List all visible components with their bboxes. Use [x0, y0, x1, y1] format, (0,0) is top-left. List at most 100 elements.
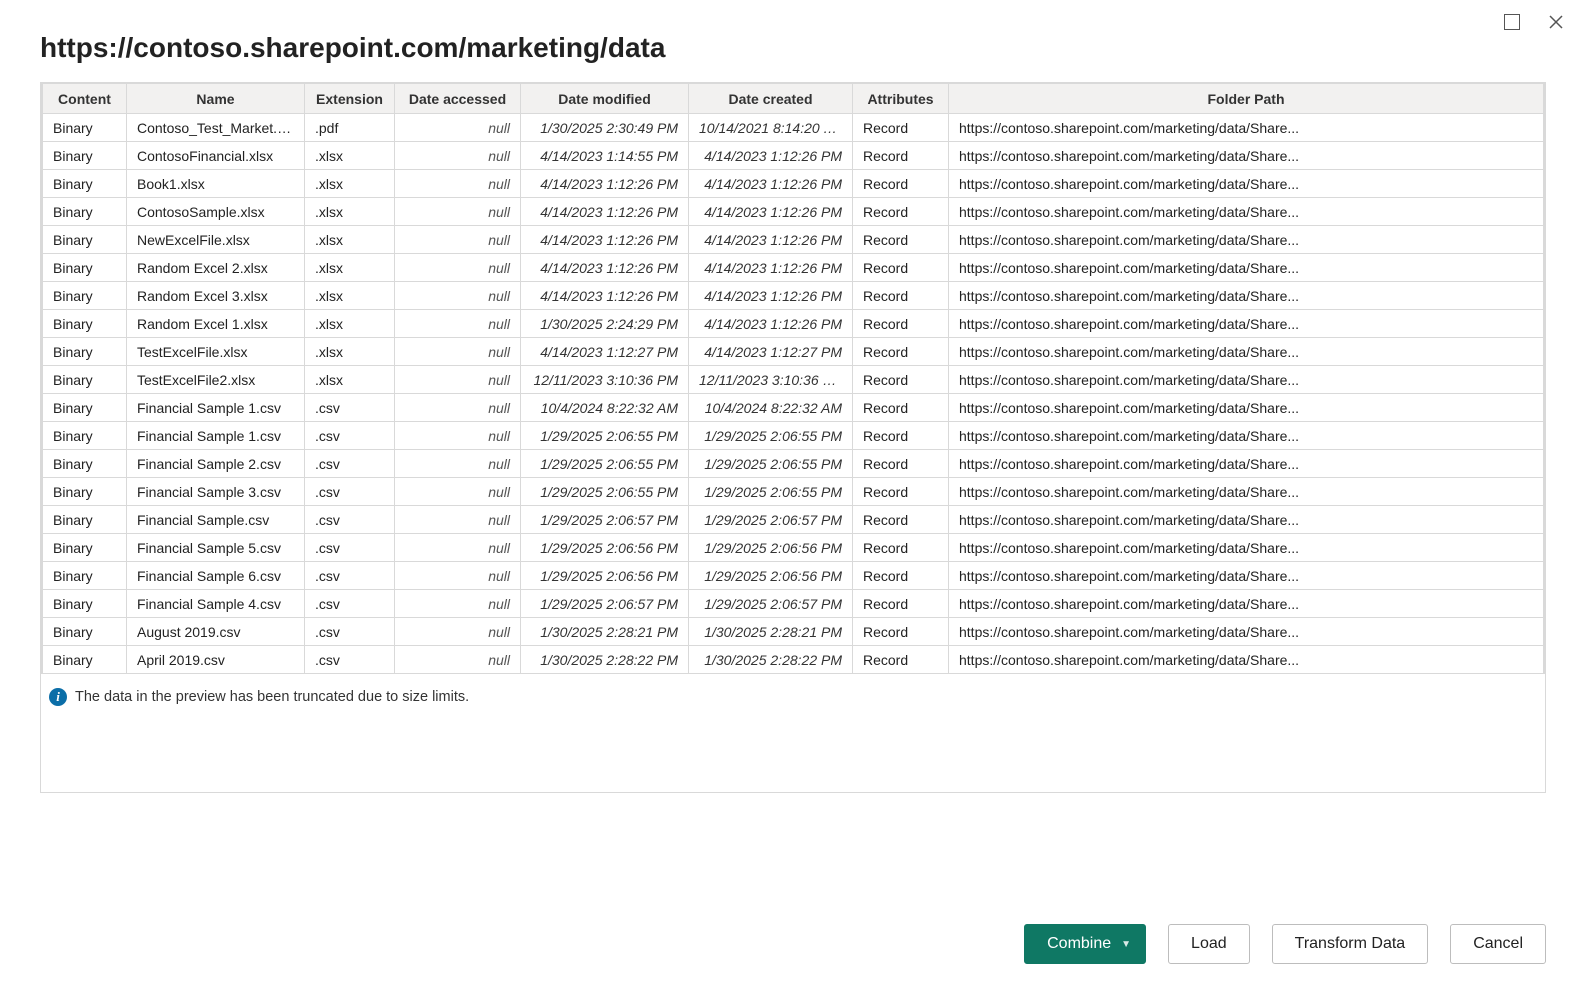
table-row[interactable]: BinaryFinancial Sample 4.csv.csvnull1/29… [43, 590, 1544, 618]
cell-datecre: 1/29/2025 2:06:55 PM [689, 478, 853, 506]
cell-datecre: 4/14/2023 1:12:26 PM [689, 310, 853, 338]
cell-folder: https://contoso.sharepoint.com/marketing… [949, 478, 1544, 506]
table-row[interactable]: BinaryFinancial Sample 2.csv.csvnull1/29… [43, 450, 1544, 478]
cell-datemod: 1/30/2025 2:30:49 PM [521, 114, 689, 142]
combine-label: Combine [1047, 935, 1111, 953]
table-row[interactable]: BinaryNewExcelFile.xlsx.xlsxnull4/14/202… [43, 226, 1544, 254]
col-attributes[interactable]: Attributes [853, 84, 949, 114]
col-content[interactable]: Content [43, 84, 127, 114]
table-row[interactable]: BinaryApril 2019.csv.csvnull1/30/2025 2:… [43, 646, 1544, 674]
table-row[interactable]: BinaryFinancial Sample.csv.csvnull1/29/2… [43, 506, 1544, 534]
cell-attr: Record [853, 310, 949, 338]
cell-content: Binary [43, 310, 127, 338]
cell-dateacc: null [395, 450, 521, 478]
cell-datecre: 1/29/2025 2:06:57 PM [689, 506, 853, 534]
table-row[interactable]: BinaryRandom Excel 3.xlsx.xlsxnull4/14/2… [43, 282, 1544, 310]
table-row[interactable]: BinaryRandom Excel 2.xlsx.xlsxnull4/14/2… [43, 254, 1544, 282]
cell-datecre: 4/14/2023 1:12:26 PM [689, 142, 853, 170]
transform-data-button[interactable]: Transform Data [1272, 924, 1429, 964]
col-name[interactable]: Name [127, 84, 305, 114]
cell-folder: https://contoso.sharepoint.com/marketing… [949, 114, 1544, 142]
cell-datemod: 12/11/2023 3:10:36 PM [521, 366, 689, 394]
cell-dateacc: null [395, 534, 521, 562]
cell-ext: .csv [305, 590, 395, 618]
table-header-row: Content Name Extension Date accessed Dat… [43, 84, 1544, 114]
table-row[interactable]: BinaryAugust 2019.csv.csvnull1/30/2025 2… [43, 618, 1544, 646]
table-row[interactable]: BinaryRandom Excel 1.xlsx.xlsxnull1/30/2… [43, 310, 1544, 338]
table-row[interactable]: BinaryFinancial Sample 1.csv.csvnull10/4… [43, 394, 1544, 422]
cancel-button[interactable]: Cancel [1450, 924, 1546, 964]
cell-content: Binary [43, 590, 127, 618]
cell-content: Binary [43, 226, 127, 254]
cell-ext: .xlsx [305, 338, 395, 366]
cell-dateacc: null [395, 254, 521, 282]
cell-folder: https://contoso.sharepoint.com/marketing… [949, 506, 1544, 534]
info-row: i The data in the preview has been trunc… [41, 674, 1545, 712]
cell-ext: .csv [305, 618, 395, 646]
table-row[interactable]: BinaryFinancial Sample 3.csv.csvnull1/29… [43, 478, 1544, 506]
col-date-accessed[interactable]: Date accessed [395, 84, 521, 114]
col-extension[interactable]: Extension [305, 84, 395, 114]
cell-attr: Record [853, 534, 949, 562]
cell-ext: .xlsx [305, 226, 395, 254]
cell-datecre: 10/4/2024 8:22:32 AM [689, 394, 853, 422]
cell-attr: Record [853, 590, 949, 618]
cell-datemod: 1/29/2025 2:06:56 PM [521, 534, 689, 562]
cell-attr: Record [853, 338, 949, 366]
cell-datemod: 4/14/2023 1:12:26 PM [521, 254, 689, 282]
cell-ext: .csv [305, 562, 395, 590]
cell-datecre: 4/14/2023 1:12:27 PM [689, 338, 853, 366]
combine-button[interactable]: Combine ▼ [1024, 924, 1146, 964]
cell-datemod: 1/29/2025 2:06:57 PM [521, 506, 689, 534]
cell-folder: https://contoso.sharepoint.com/marketing… [949, 226, 1544, 254]
info-icon: i [49, 688, 67, 706]
cell-folder: https://contoso.sharepoint.com/marketing… [949, 534, 1544, 562]
table-row[interactable]: BinaryBook1.xlsx.xlsxnull4/14/2023 1:12:… [43, 170, 1544, 198]
table-row[interactable]: BinaryContoso_Test_Market.pdf.pdfnull1/3… [43, 114, 1544, 142]
cell-dateacc: null [395, 646, 521, 674]
cell-name: Book1.xlsx [127, 170, 305, 198]
cell-datemod: 1/29/2025 2:06:56 PM [521, 562, 689, 590]
cell-datecre: 4/14/2023 1:12:26 PM [689, 170, 853, 198]
cell-ext: .xlsx [305, 310, 395, 338]
col-date-created[interactable]: Date created [689, 84, 853, 114]
col-folder-path[interactable]: Folder Path [949, 84, 1544, 114]
cell-content: Binary [43, 338, 127, 366]
cell-dateacc: null [395, 170, 521, 198]
cell-datemod: 4/14/2023 1:12:26 PM [521, 226, 689, 254]
cell-ext: .csv [305, 450, 395, 478]
load-button[interactable]: Load [1168, 924, 1250, 964]
cell-content: Binary [43, 506, 127, 534]
cell-content: Binary [43, 114, 127, 142]
col-date-modified[interactable]: Date modified [521, 84, 689, 114]
maximize-icon[interactable] [1504, 14, 1520, 30]
cell-datemod: 4/14/2023 1:12:26 PM [521, 282, 689, 310]
cell-datecre: 1/30/2025 2:28:21 PM [689, 618, 853, 646]
close-icon[interactable] [1548, 14, 1564, 30]
cell-ext: .xlsx [305, 254, 395, 282]
cell-datemod: 1/30/2025 2:24:29 PM [521, 310, 689, 338]
cell-content: Binary [43, 282, 127, 310]
cell-folder: https://contoso.sharepoint.com/marketing… [949, 394, 1544, 422]
cell-datemod: 1/29/2025 2:06:55 PM [521, 478, 689, 506]
cell-content: Binary [43, 618, 127, 646]
table-row[interactable]: BinaryTestExcelFile.xlsx.xlsxnull4/14/20… [43, 338, 1544, 366]
cell-ext: .xlsx [305, 282, 395, 310]
cell-name: Financial Sample 5.csv [127, 534, 305, 562]
table-row[interactable]: BinaryTestExcelFile2.xlsx.xlsxnull12/11/… [43, 366, 1544, 394]
cell-content: Binary [43, 170, 127, 198]
table-row[interactable]: BinaryFinancial Sample 6.csv.csvnull1/29… [43, 562, 1544, 590]
cell-content: Binary [43, 142, 127, 170]
table-row[interactable]: BinaryFinancial Sample 1.csv.csvnull1/29… [43, 422, 1544, 450]
dialog-footer: Combine ▼ Load Transform Data Cancel [1024, 924, 1546, 964]
cell-folder: https://contoso.sharepoint.com/marketing… [949, 338, 1544, 366]
cell-attr: Record [853, 394, 949, 422]
cell-datemod: 4/14/2023 1:12:26 PM [521, 198, 689, 226]
cell-folder: https://contoso.sharepoint.com/marketing… [949, 142, 1544, 170]
table-row[interactable]: BinaryContosoFinancial.xlsx.xlsxnull4/14… [43, 142, 1544, 170]
cell-datecre: 1/29/2025 2:06:57 PM [689, 590, 853, 618]
table-row[interactable]: BinaryContosoSample.xlsx.xlsxnull4/14/20… [43, 198, 1544, 226]
table-row[interactable]: BinaryFinancial Sample 5.csv.csvnull1/29… [43, 534, 1544, 562]
cell-attr: Record [853, 114, 949, 142]
cell-content: Binary [43, 366, 127, 394]
